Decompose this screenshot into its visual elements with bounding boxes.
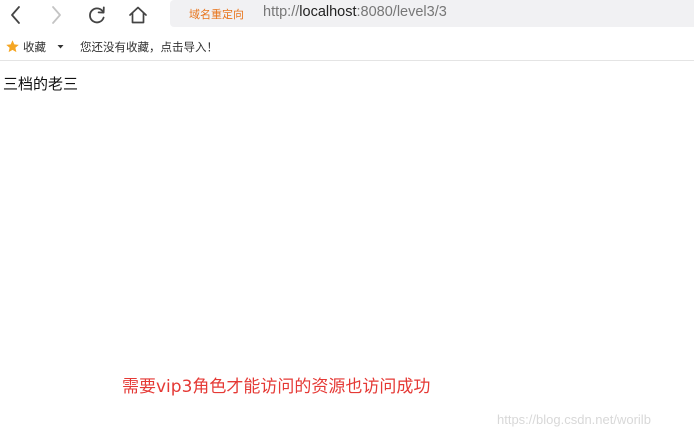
home-button[interactable]: [124, 2, 152, 28]
chevron-left-icon: [11, 6, 20, 24]
favorites-label: 收藏: [23, 39, 46, 54]
star-icon: [6, 40, 19, 53]
bookmarks-bar: 收藏 您还没有收藏，点击导入！: [0, 33, 694, 61]
redirect-tag[interactable]: 域名重定向: [189, 6, 244, 22]
navigation-bar: 域名重定向 http://localhost:8080/level3/3: [0, 0, 694, 32]
annotation-note: 需要vip3角色才能访问的资源也访问成功: [122, 377, 431, 397]
url-scheme: http://: [263, 4, 300, 20]
home-icon: [129, 6, 147, 24]
reload-icon: [89, 6, 105, 24]
import-bookmarks-link[interactable]: 您还没有收藏，点击导入！: [80, 39, 218, 55]
forward-button[interactable]: [42, 2, 70, 28]
chevron-right-icon: [52, 6, 61, 24]
browser-page: 域名重定向 http://localhost:8080/level3/3 收藏 …: [0, 0, 694, 439]
favorites-button[interactable]: 收藏: [5, 38, 46, 55]
reload-button[interactable]: [83, 2, 111, 28]
url-host: localhost: [299, 4, 357, 20]
page-content-text: 三档的老三: [3, 75, 79, 93]
address-bar[interactable]: 域名重定向 http://localhost:8080/level3/3: [170, 0, 694, 27]
url-text[interactable]: http://localhost:8080/level3/3: [263, 4, 447, 20]
url-path: :8080/level3/3: [356, 4, 447, 20]
caret-down-icon[interactable]: [56, 44, 65, 50]
back-button[interactable]: [2, 2, 30, 28]
watermark: https://blog.csdn.net/worilb: [497, 412, 651, 427]
